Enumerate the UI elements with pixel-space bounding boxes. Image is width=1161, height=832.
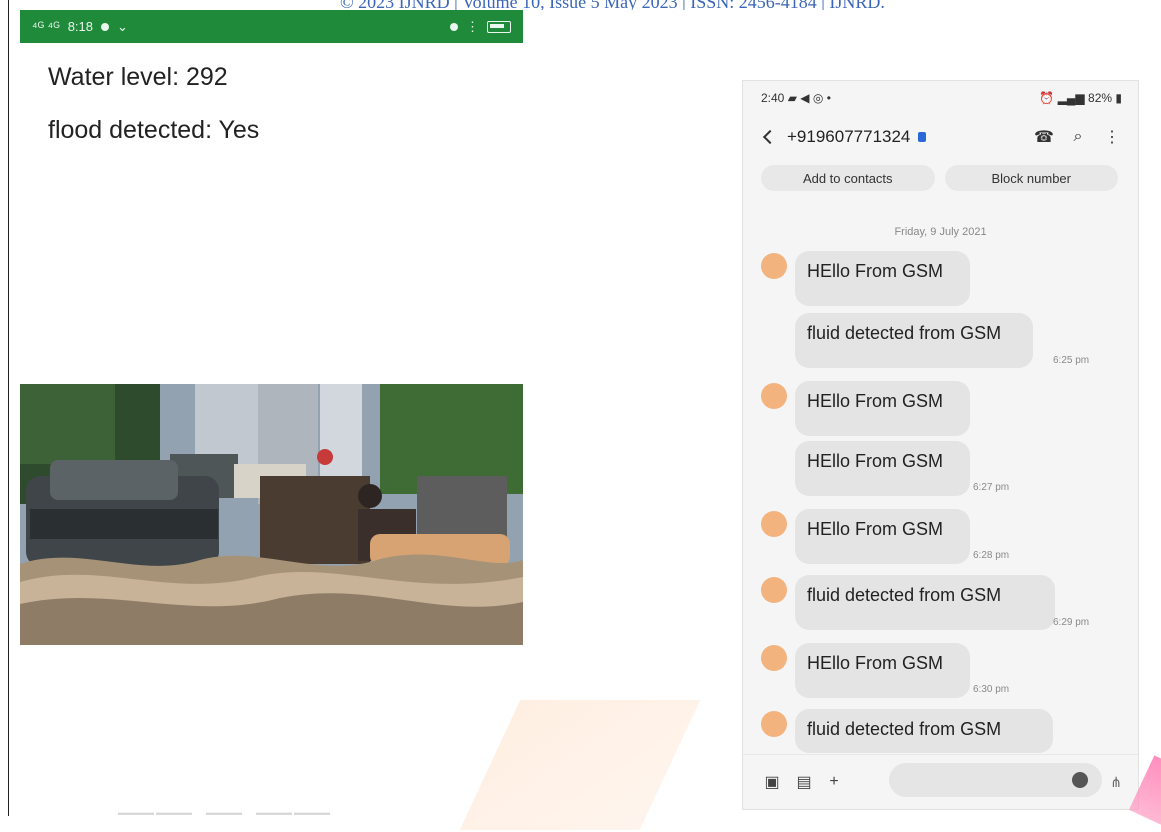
water-level-text: Water level: 292 bbox=[48, 63, 228, 91]
conversation-date: Friday, 9 July 2021 bbox=[894, 226, 987, 238]
message-time: 6:29 pm bbox=[1053, 617, 1090, 628]
sim-icon bbox=[918, 132, 927, 142]
contact-avatar-icon bbox=[761, 645, 787, 671]
sms-status-left: 2:40 ▰ ◀ ◎ • bbox=[761, 91, 831, 109]
message-text: HEllo From GSM bbox=[807, 451, 944, 471]
message-text: fluid detected from GSM bbox=[807, 719, 1002, 739]
contact-avatar-icon bbox=[761, 511, 787, 537]
flood-photo-illustration bbox=[20, 384, 523, 645]
network-icon: ⋮ bbox=[466, 18, 479, 34]
emoji-icon[interactable] bbox=[1072, 772, 1088, 788]
battery-icon: ▮ bbox=[1115, 91, 1122, 105]
watermark-shape bbox=[459, 700, 701, 830]
block-number-button[interactable]: Block number bbox=[944, 165, 1118, 191]
message-text: HEllo From GSM bbox=[807, 391, 944, 411]
message-bubble: HEllo From GSM bbox=[795, 441, 970, 496]
message-icon: ▰ bbox=[787, 91, 797, 105]
battery-icon bbox=[487, 20, 511, 33]
left-status-time: 8:18 bbox=[67, 19, 93, 34]
page-left-rule bbox=[8, 0, 9, 816]
message-bubble: fluid detected from GSM bbox=[795, 709, 1053, 753]
notification-dot-icon bbox=[101, 22, 109, 31]
message-bubble: HEllo From GSM bbox=[795, 381, 970, 436]
navigation-icon: ◀ bbox=[800, 91, 810, 105]
dot-icon: • bbox=[826, 91, 831, 105]
voice-icon[interactable]: ⋔ bbox=[1110, 774, 1122, 791]
battery-percent: 82% bbox=[1088, 91, 1113, 105]
add-to-contacts-button[interactable]: Add to contacts bbox=[761, 165, 935, 191]
message-input[interactable] bbox=[889, 763, 1102, 797]
camera-icon bbox=[450, 22, 458, 31]
message-bubble: HEllo From GSM bbox=[795, 251, 970, 306]
contact-avatar-icon bbox=[761, 577, 787, 603]
message-bubble: fluid detected from GSM bbox=[795, 313, 1033, 368]
message-time: 6:28 pm bbox=[973, 550, 1010, 561]
message-bubble: HEllo From GSM bbox=[795, 509, 970, 564]
message-bubble: fluid detected from GSM bbox=[795, 575, 1055, 630]
message-text: fluid detected from GSM bbox=[807, 323, 1002, 343]
flood-photo bbox=[20, 384, 523, 645]
header-actions: ☎ ⌕ ⋮ bbox=[1034, 127, 1122, 147]
message-time: 6:30 pm bbox=[973, 684, 1010, 695]
message-compose-bar: ▣ ▤ + ⋔ bbox=[743, 754, 1138, 809]
message-text: HEllo From GSM bbox=[807, 653, 944, 673]
signal-icon: ⁴ᴳ ⁴ᴳ bbox=[32, 19, 60, 34]
back-icon[interactable] bbox=[761, 129, 777, 145]
journal-header: © 2023 IJNRD | Volume 10, Issue 5 May 20… bbox=[340, 0, 885, 10]
small-arrow-icon: ⌄ bbox=[117, 18, 128, 34]
message-bubble: HEllo From GSM bbox=[795, 643, 970, 698]
left-app-status-bar: ⁴ᴳ ⁴ᴳ 8:18 ⌄ ⋮ bbox=[20, 10, 523, 43]
sms-status-time: 2:40 bbox=[761, 91, 785, 105]
message-text: HEllo From GSM bbox=[807, 261, 944, 281]
message-text: HEllo From GSM bbox=[807, 519, 944, 539]
message-text: fluid detected from GSM bbox=[807, 585, 1002, 605]
gallery-icon[interactable]: ▣ bbox=[761, 771, 783, 793]
more-icon[interactable]: ⋮ bbox=[1102, 127, 1122, 147]
sms-status-bar: 2:40 ▰ ◀ ◎ • ⏰ ▂▄▆ 82% ▮ bbox=[761, 91, 1122, 109]
contact-avatar-icon bbox=[761, 711, 787, 737]
left-status-right-group: ⋮ bbox=[450, 19, 511, 35]
add-icon[interactable]: + bbox=[823, 771, 845, 793]
clock-icon: ◎ bbox=[812, 91, 824, 105]
sms-screenshot: 2:40 ▰ ◀ ◎ • ⏰ ▂▄▆ 82% ▮ +919607771324 ☎… bbox=[742, 80, 1139, 810]
sms-status-right: ⏰ ▂▄▆ 82% ▮ bbox=[1039, 91, 1122, 109]
contact-avatar-icon bbox=[761, 253, 787, 279]
message-time: 6:25 pm bbox=[1053, 355, 1090, 366]
alarm-icon: ⏰ bbox=[1039, 91, 1055, 105]
signal-icon: ▂▄▆ bbox=[1057, 91, 1085, 105]
flood-detected-text: flood detected: Yes bbox=[48, 116, 260, 144]
call-icon[interactable]: ☎ bbox=[1034, 127, 1054, 147]
left-status-left-group: ⁴ᴳ ⁴ᴳ 8:18 ⌄ bbox=[32, 19, 128, 35]
contact-phone-number: +919607771324 bbox=[787, 127, 911, 146]
search-icon[interactable]: ⌕ bbox=[1068, 127, 1088, 147]
sms-conversation-header: +919607771324 ☎ ⌕ ⋮ bbox=[761, 123, 1122, 151]
contact-actions-row: Add to contacts Block number bbox=[761, 165, 1118, 192]
message-time: 6:27 pm bbox=[973, 482, 1010, 493]
watermark-text-shape: —— — —— bbox=[118, 790, 333, 831]
camera-icon[interactable]: ▤ bbox=[793, 771, 815, 793]
contact-avatar-icon bbox=[761, 383, 787, 409]
